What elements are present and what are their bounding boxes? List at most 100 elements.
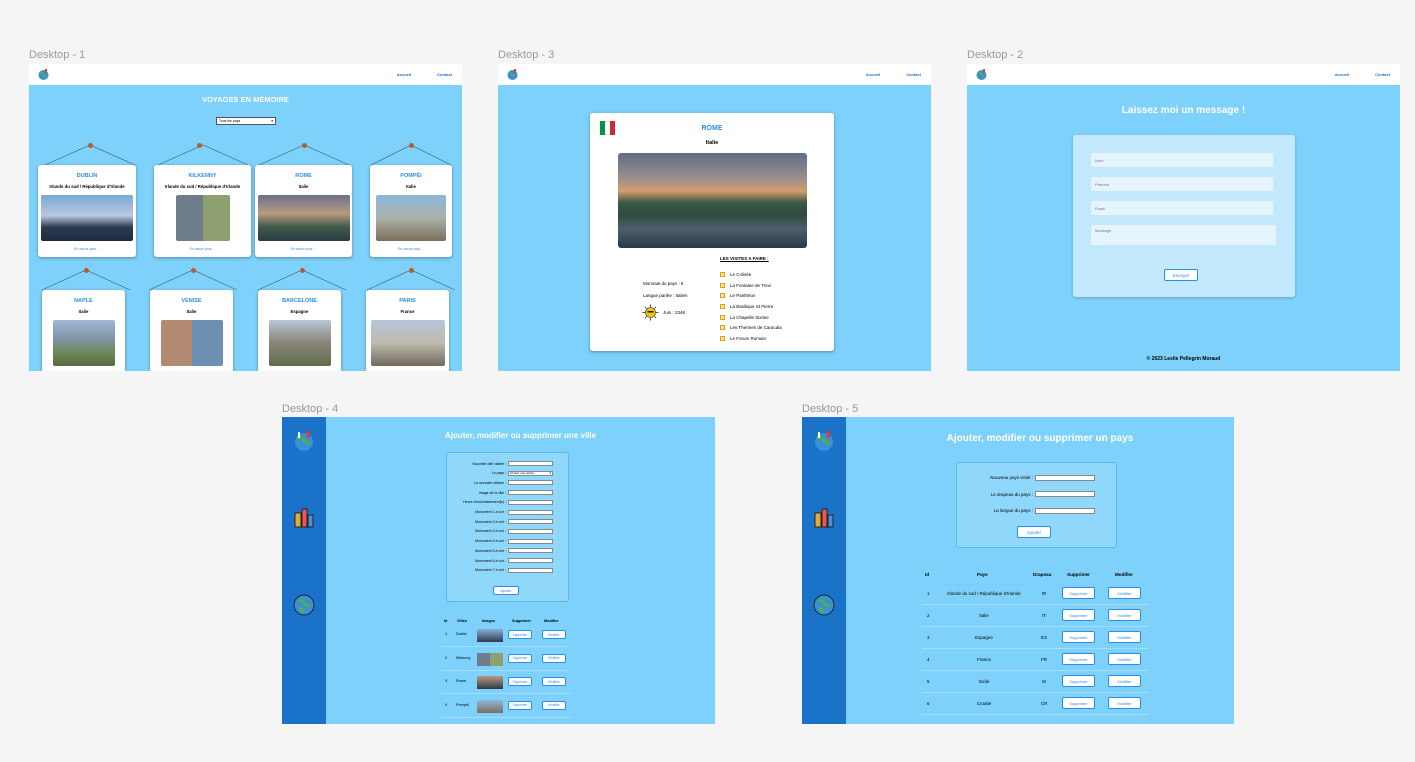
table-header: Supprimer xyxy=(512,619,531,623)
form-row: Heure d'enrichissement(e) : xyxy=(452,499,553,506)
row-flag-code: CR xyxy=(1040,701,1048,706)
form-input[interactable] xyxy=(508,548,553,554)
edit-button[interactable]: Modifier xyxy=(1108,631,1141,643)
desktop-3-frame: Accueil Contact ROME Italie LES VISITES … xyxy=(498,64,931,371)
card-country: Irlande du sud / République d'Irlande xyxy=(164,184,241,189)
read-more-link[interactable]: En savoir plus ... xyxy=(38,247,136,251)
delete-button[interactable]: Supprimer xyxy=(1062,631,1095,643)
row-id: 3 xyxy=(927,635,930,640)
nav-contact-link[interactable]: Contact xyxy=(1373,72,1392,77)
visit-item: Le Colisée xyxy=(720,269,782,280)
city-card-naple[interactable]: NAPLE Italie xyxy=(42,290,125,371)
card-city-name: PARIS xyxy=(399,298,416,304)
edit-button[interactable]: Modifier xyxy=(1108,609,1141,621)
read-more-link[interactable]: En savoir plus ... xyxy=(154,247,251,251)
form-input[interactable] xyxy=(508,528,553,534)
form-input[interactable] xyxy=(508,480,553,486)
form-row: Image de la ville : xyxy=(452,489,553,496)
form-input[interactable] xyxy=(1035,507,1095,514)
nav-accueil-link[interactable]: Accueil xyxy=(1333,72,1351,77)
edit-button[interactable]: Modifier xyxy=(542,653,566,663)
globe-logo-icon[interactable] xyxy=(506,68,519,81)
delete-button[interactable]: Supprimer xyxy=(1062,675,1095,687)
form-input[interactable] xyxy=(508,519,553,525)
city-card-kilkenny[interactable]: KILKENNY Irlande du sud / République d'I… xyxy=(154,165,251,257)
row-country: France xyxy=(976,657,991,662)
visit-item-label: La Basilique St Pierre xyxy=(730,303,774,309)
read-more-link[interactable]: En savoir plus ... xyxy=(370,247,452,251)
delete-button[interactable]: Supprimer xyxy=(508,630,532,639)
globe-logo-icon[interactable] xyxy=(975,68,988,81)
venise-photo xyxy=(160,320,223,366)
table-header: Id xyxy=(925,572,930,577)
form-field-label: La monnaie utilisée : xyxy=(473,480,506,485)
delete-button[interactable]: Supprimer xyxy=(508,700,532,710)
form-input[interactable] xyxy=(508,538,553,544)
edit-button[interactable]: Modifier xyxy=(1108,697,1141,709)
city-card-barcelone[interactable]: BARCELONE Espagne xyxy=(258,290,341,371)
row-divider xyxy=(922,648,1148,649)
buildings-icon[interactable] xyxy=(292,505,316,529)
country-admin-title: Ajouter, modifier ou supprimer un pays xyxy=(946,433,1134,444)
date-text: Juin : 2346 xyxy=(663,310,686,315)
admin-sidebar xyxy=(802,417,846,724)
row-country: Croatie xyxy=(976,701,992,706)
row-id: 3 xyxy=(445,679,448,683)
table-header: Drapeau xyxy=(1033,572,1052,577)
edit-button[interactable]: Modifier xyxy=(1108,587,1141,599)
row-divider xyxy=(922,626,1148,627)
firstname-field[interactable]: Prénom xyxy=(1091,177,1273,191)
city-card-pompei[interactable]: POMPÉI Italie En savoir plus ... xyxy=(370,165,452,257)
city-card-paris[interactable]: PARIS France xyxy=(366,290,449,371)
row-id: 1 xyxy=(927,591,930,596)
globe-logo-icon[interactable] xyxy=(292,429,316,453)
delete-button[interactable]: Supprimer xyxy=(1062,609,1095,621)
city-detail-card: ROME Italie LES VISITES A FAIRE : Le Col… xyxy=(590,113,834,351)
message-field[interactable]: Message xyxy=(1091,225,1276,245)
delete-button[interactable]: Supprimer xyxy=(508,653,532,663)
edit-button[interactable]: Modifier xyxy=(542,700,566,710)
world-map-icon[interactable] xyxy=(292,593,316,617)
delete-button[interactable]: Supprimer xyxy=(1062,587,1095,599)
contact-form: Nom Prénom Email Message Envoyer xyxy=(1073,135,1295,297)
add-city-button[interactable]: Ajouter xyxy=(493,586,519,595)
delete-button[interactable]: Supprimer xyxy=(1062,653,1095,665)
buildings-icon[interactable] xyxy=(812,505,836,529)
kilkenny-photo xyxy=(175,195,230,241)
monument-icon xyxy=(720,325,725,331)
delete-button[interactable]: Supprimer xyxy=(508,677,532,686)
read-more-link[interactable]: En savoir plus ... xyxy=(255,247,352,251)
form-input[interactable] xyxy=(508,461,553,466)
email-field[interactable]: Email xyxy=(1091,201,1273,215)
nav-accueil-link[interactable]: Accueil xyxy=(864,72,882,77)
city-card-dublin[interactable]: DUBLIN Irlande du sud / République d'Irl… xyxy=(38,165,136,257)
form-input[interactable] xyxy=(508,558,553,563)
edit-button[interactable]: Modifier xyxy=(1108,675,1141,687)
add-country-button[interactable]: Ajouter xyxy=(1017,526,1051,538)
form-input[interactable] xyxy=(1035,491,1095,497)
world-map-icon[interactable] xyxy=(812,593,836,617)
delete-button[interactable]: Supprimer xyxy=(1062,697,1095,709)
edit-button[interactable]: Modifier xyxy=(1108,653,1141,665)
form-input[interactable] xyxy=(508,499,553,505)
name-field[interactable]: Nom xyxy=(1091,153,1273,167)
nav-contact-link[interactable]: Contact xyxy=(904,72,923,77)
form-input[interactable] xyxy=(508,490,553,496)
globe-logo-icon[interactable] xyxy=(812,429,836,453)
paris-photo xyxy=(370,320,445,366)
row-divider xyxy=(922,604,1148,605)
form-field-label: Le pays : xyxy=(491,471,506,476)
frame-label-desktop-5: Desktop - 5 xyxy=(802,403,859,415)
edit-button[interactable]: Modifier xyxy=(542,677,566,686)
city-card-venise[interactable]: VENISE Italie xyxy=(150,290,233,371)
country-select[interactable]: Choisir une option ▾ xyxy=(508,470,553,476)
send-button[interactable]: Envoyer xyxy=(1164,269,1198,281)
form-row: Nouveau pays visité : xyxy=(962,474,1095,481)
city-card-rome[interactable]: ROME Italie En savoir plus ... xyxy=(255,165,352,257)
visit-item: La Chapelle Sixtine xyxy=(720,312,782,323)
edit-button[interactable]: Modifier xyxy=(542,630,566,639)
form-input[interactable] xyxy=(508,567,553,573)
form-input[interactable] xyxy=(508,509,553,515)
form-input[interactable] xyxy=(1035,474,1095,481)
card-city-name: DUBLIN xyxy=(76,173,98,179)
